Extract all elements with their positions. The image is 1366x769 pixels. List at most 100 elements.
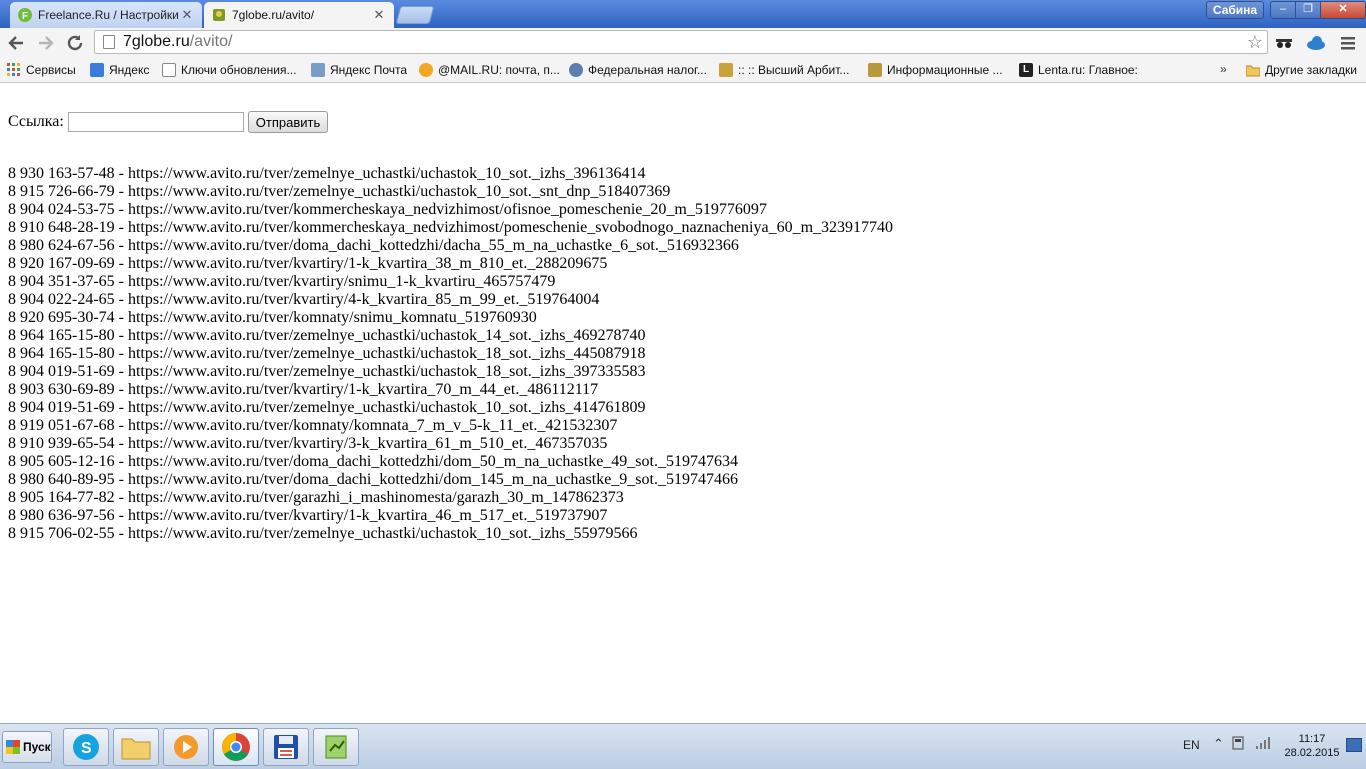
result-line: 8 915 706-02-55 - https://www.avito.ru/t…: [8, 525, 638, 542]
bookmark-star-icon[interactable]: ☆: [1247, 32, 1263, 53]
windows-taskbar: Пуск S EN ⌃ 11:17 28.02.2015: [0, 723, 1366, 769]
mail-icon: [311, 63, 325, 77]
bookmark-mailru[interactable]: @MAIL.RU: почта, п...: [419, 62, 560, 78]
submit-button[interactable]: Отправить: [247, 111, 329, 133]
result-line: 8 904 019-51-69 - https://www.avito.ru/t…: [8, 399, 646, 416]
7globe-favicon-icon: [212, 8, 226, 22]
network-device-icon[interactable]: [1231, 736, 1245, 753]
bookmark-label: Информационные ...: [887, 63, 1003, 77]
eagle-emblem-icon: [868, 63, 882, 77]
media-player-icon[interactable]: [163, 728, 209, 766]
incognito-glasses-icon[interactable]: [1274, 33, 1294, 53]
windows-flag-icon: [6, 740, 20, 754]
bookmark-label: @MAIL.RU: почта, п...: [438, 63, 560, 77]
chrome-icon[interactable]: [213, 728, 259, 766]
reload-icon[interactable]: [63, 31, 87, 55]
bookmark-lenta[interactable]: L Lenta.ru: Главное:: [1019, 62, 1138, 78]
link-form: Ссылка: Отправить: [8, 111, 329, 133]
result-line: 8 904 019-51-69 - https://www.avito.ru/t…: [8, 363, 646, 380]
bookmark-update-keys[interactable]: Ключи обновления...: [162, 62, 296, 78]
result-line: 8 904 024-53-75 - https://www.avito.ru/t…: [8, 201, 767, 218]
clock-time: 11:17: [1298, 733, 1326, 745]
yandex-icon: [90, 63, 104, 77]
bookmarks-bar: Сервисы Яндекс Ключи обновления... Яндек…: [0, 58, 1366, 83]
bookmark-label: Сервисы: [26, 63, 76, 77]
tray-expand-icon[interactable]: ⌃: [1213, 736, 1224, 752]
result-line: 8 903 630-69-89 - https://www.avito.ru/t…: [8, 381, 599, 398]
link-input[interactable]: [67, 112, 244, 132]
result-line: 8 980 636-97-56 - https://www.avito.ru/t…: [8, 507, 608, 524]
page-icon: [162, 63, 176, 77]
tab-freelance[interactable]: F Freelance.Ru / Настройки ✕: [10, 2, 202, 28]
system-clock[interactable]: 11:17 28.02.2015: [1284, 732, 1340, 760]
bookmark-label: Другие закладки: [1265, 63, 1357, 77]
bookmark-label: Ключи обновления...: [181, 63, 297, 77]
cloud-icon[interactable]: [1306, 33, 1326, 53]
start-button[interactable]: Пуск: [2, 731, 52, 763]
result-line: 8 980 624-67-56 - https://www.avito.ru/t…: [8, 237, 739, 254]
result-line: 8 919 051-67-68 - https://www.avito.ru/t…: [8, 417, 618, 434]
profile-button[interactable]: Сабина: [1206, 1, 1264, 19]
show-desktop-icon[interactable]: [1346, 738, 1362, 752]
result-line: 8 964 165-15-80 - https://www.avito.ru/t…: [8, 345, 646, 362]
result-line: 8 920 167-09-69 - https://www.avito.ru/t…: [8, 255, 608, 272]
result-line: 8 930 163-57-48 - https://www.avito.ru/t…: [8, 165, 646, 182]
apps-grid-icon: [7, 63, 21, 77]
bookmark-yandex[interactable]: Яндекс: [90, 62, 149, 78]
notepad-plus-icon[interactable]: [313, 728, 359, 766]
tab-title: Freelance.Ru / Настройки: [38, 8, 179, 22]
address-bar[interactable]: 7globe.ru/avito/ ☆: [94, 30, 1268, 54]
bookmark-label: Яндекс: [109, 63, 150, 77]
result-line: 8 964 165-15-80 - https://www.avito.ru/t…: [8, 327, 646, 344]
language-indicator[interactable]: EN: [1183, 738, 1200, 752]
browser-toolbar: 7globe.ru/avito/ ☆: [0, 28, 1366, 58]
tab-close-icon[interactable]: ✕: [372, 7, 386, 23]
file-explorer-icon[interactable]: [113, 728, 159, 766]
freelance-favicon-icon: F: [18, 8, 32, 22]
bookmark-label: Федеральная налог...: [588, 63, 707, 77]
bookmark-label: :: :: Высший Арбит...: [738, 63, 850, 77]
bookmark-yandex-mail[interactable]: Яндекс Почта: [311, 62, 407, 78]
bookmark-informational[interactable]: Информационные ...: [868, 62, 1003, 78]
tab-7globe[interactable]: 7globe.ru/avito/ ✕: [204, 2, 394, 28]
address-path: /avito/: [189, 33, 233, 50]
bookmark-arbitration-court[interactable]: :: :: Высший Арбит...: [719, 62, 849, 78]
new-tab-button[interactable]: [395, 6, 435, 24]
result-line: 8 915 726-66-79 - https://www.avito.ru/t…: [8, 183, 671, 200]
close-window-button[interactable]: ✕: [1320, 1, 1366, 19]
tab-close-icon[interactable]: ✕: [180, 7, 194, 23]
page-content: Ссылка: Отправить 8 930 163-57-48 - http…: [0, 83, 1366, 723]
signal-strength-icon[interactable]: [1255, 736, 1271, 753]
back-arrow-icon[interactable]: [4, 31, 28, 55]
svg-text:S: S: [81, 740, 92, 757]
svg-text:F: F: [22, 11, 28, 22]
browser-tab-strip: F Freelance.Ru / Настройки ✕ 7globe.ru/a…: [0, 0, 1366, 28]
result-line: 8 904 351-37-65 - https://www.avito.ru/t…: [8, 273, 556, 290]
result-line: 8 904 022-24-65 - https://www.avito.ru/t…: [8, 291, 600, 308]
bookmark-tax-service[interactable]: Федеральная налог...: [569, 62, 707, 78]
skype-icon[interactable]: S: [63, 728, 109, 766]
bookmarks-overflow-button[interactable]: »: [1220, 62, 1227, 76]
results-list: 8 930 163-57-48 - https://www.avito.ru/t…: [8, 165, 893, 543]
arbitration-emblem-icon: [719, 63, 733, 77]
result-line: 8 905 164-77-82 - https://www.avito.ru/t…: [8, 489, 624, 506]
tax-service-icon: [569, 63, 583, 77]
bookmark-label: Яндекс Почта: [330, 63, 408, 77]
result-line: 8 910 939-65-54 - https://www.avito.ru/t…: [8, 435, 608, 452]
forward-arrow-icon[interactable]: [34, 31, 58, 55]
tab-title: 7globe.ru/avito/: [232, 8, 315, 22]
result-line: 8 910 648-28-19 - https://www.avito.ru/t…: [8, 219, 894, 236]
page-icon: [103, 35, 115, 49]
folder-icon: [1245, 63, 1261, 77]
mailru-icon: [419, 63, 433, 77]
menu-hamburger-icon[interactable]: [1338, 33, 1358, 53]
other-bookmarks-folder[interactable]: Другие закладки: [1245, 62, 1357, 78]
clock-date: 28.02.2015: [1284, 747, 1340, 759]
save-disk-icon[interactable]: [263, 728, 309, 766]
bookmark-services[interactable]: Сервисы: [7, 62, 76, 78]
minimize-button[interactable]: –: [1270, 1, 1296, 19]
maximize-button[interactable]: ❐: [1295, 1, 1321, 19]
result-line: 8 905 605-12-16 - https://www.avito.ru/t…: [8, 453, 738, 470]
address-host: 7globe.ru: [123, 33, 190, 50]
result-line: 8 920 695-30-74 - https://www.avito.ru/t…: [8, 309, 537, 326]
